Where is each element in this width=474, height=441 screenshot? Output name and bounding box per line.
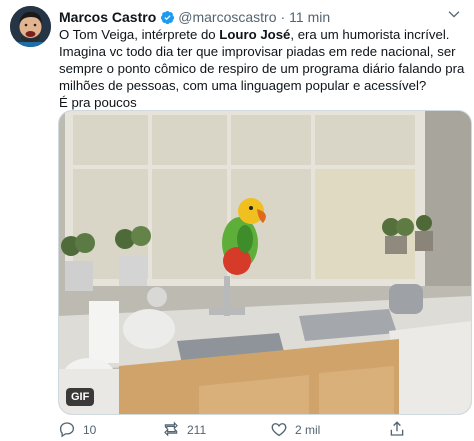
gif-badge: GIF [66,388,95,406]
like-icon [270,420,288,441]
share-button[interactable] [388,420,406,441]
reply-button[interactable]: 10 [58,420,96,441]
author-handle[interactable]: @marcoscastro [178,9,276,25]
separator-dot: · [280,9,286,25]
retweet-count: 211 [187,423,207,437]
tweet-text: O Tom Veiga, intérprete do Louro José, e… [59,26,469,111]
tweet-header: Marcos Castro @marcoscastro · 11 min [59,8,330,26]
reply-icon [58,420,76,441]
share-icon [388,420,406,441]
tweet-actions: 10 211 2 mil [58,420,470,440]
reply-count: 10 [83,423,97,437]
like-count: 2 mil [295,423,321,437]
tweet-card[interactable]: Marcos Castro @marcoscastro · 11 min O T… [0,0,474,440]
author-name[interactable]: Marcos Castro [59,9,156,25]
chevron-down-icon[interactable] [444,4,464,24]
tweet-text-part: É pra poucos [59,95,137,110]
avatar[interactable] [10,6,51,47]
tweet-timestamp[interactable]: 11 min [289,9,330,25]
retweet-button[interactable]: 211 [162,420,206,441]
tweet-text-part: O Tom Veiga, intérprete do [59,27,220,42]
retweet-icon [162,420,180,441]
tweet-media-gif[interactable]: GIF [58,110,472,415]
tweet-text-bold: Louro José [219,27,291,42]
verified-badge-icon [160,10,175,25]
like-button[interactable]: 2 mil [270,420,320,441]
